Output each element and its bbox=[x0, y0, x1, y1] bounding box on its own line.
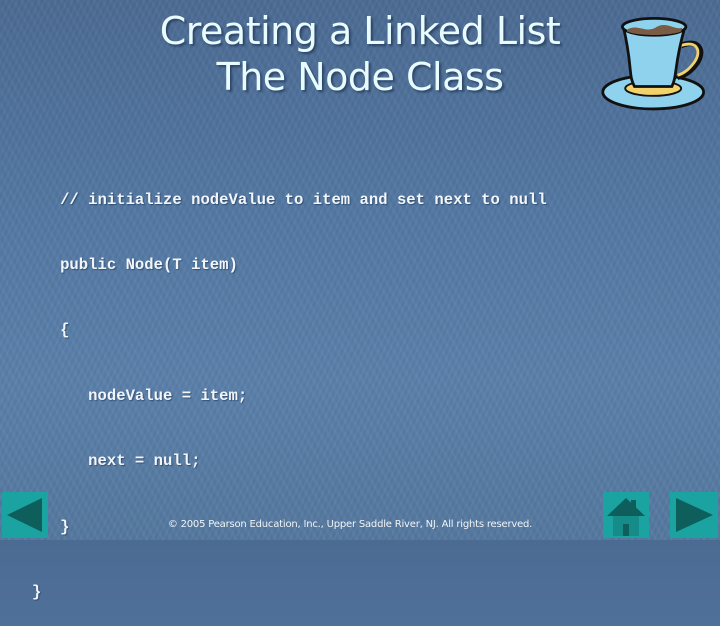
right-triangle-icon bbox=[676, 498, 713, 532]
code-line: next = null; bbox=[32, 452, 201, 471]
slide-title: Creating a Linked List The Node Class bbox=[110, 8, 610, 100]
coffee-cup-icon bbox=[601, 17, 705, 111]
home-icon bbox=[607, 498, 645, 536]
copyright-text: © 2005 Pearson Education, Inc., Upper Sa… bbox=[167, 519, 533, 530]
code-line: public Node(T item) bbox=[32, 255, 238, 274]
next-slide-button[interactable] bbox=[670, 492, 718, 538]
title-line-1: Creating a Linked List bbox=[159, 9, 561, 53]
code-line: nodeValue = item; bbox=[32, 386, 248, 405]
home-button[interactable] bbox=[603, 492, 649, 538]
left-triangle-icon bbox=[7, 498, 42, 532]
previous-slide-button[interactable] bbox=[2, 492, 48, 538]
code-line: { bbox=[32, 321, 70, 340]
code-block: // initialize nodeValue to item and set … bbox=[32, 146, 547, 626]
code-line: } bbox=[32, 582, 42, 601]
title-line-2: The Node Class bbox=[216, 55, 504, 99]
code-line: // initialize nodeValue to item and set … bbox=[32, 190, 547, 209]
